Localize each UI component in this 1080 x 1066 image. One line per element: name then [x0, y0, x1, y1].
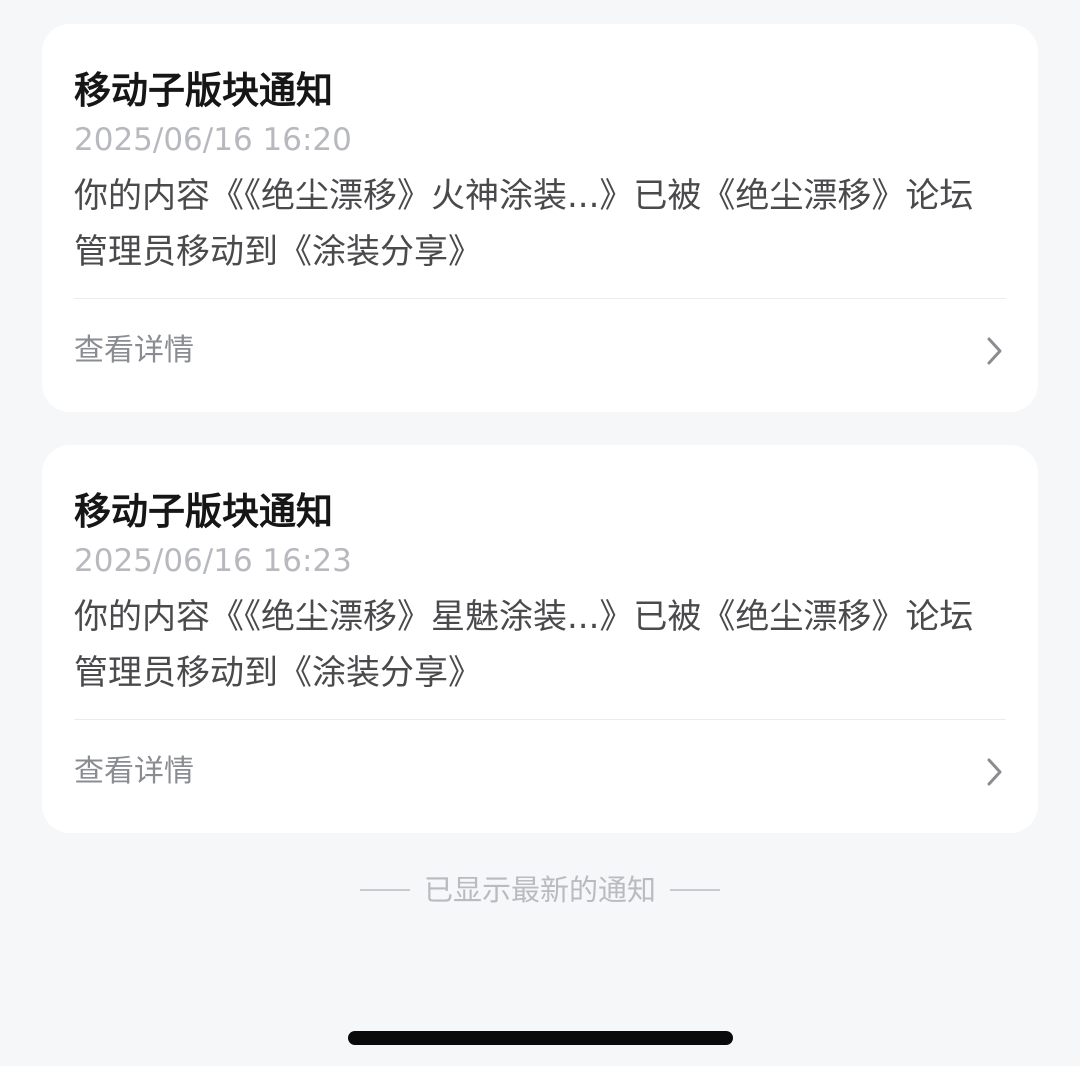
- end-of-list-note: 已显示最新的通知: [0, 868, 1080, 912]
- notification-timestamp: 2025/06/16 16:20: [74, 122, 352, 158]
- view-details-label: 查看详情: [74, 754, 194, 789]
- notification-card: 移动子版块通知 2025/06/16 16:23 你的内容《《绝尘漂移》星魅涂装…: [42, 445, 1038, 833]
- home-indicator[interactable]: [348, 1031, 733, 1045]
- notification-title: 移动子版块通知: [74, 69, 333, 112]
- chevron-right-icon: [987, 337, 1002, 365]
- footer-divider-right: [670, 889, 720, 891]
- notification-card: 移动子版块通知 2025/06/16 16:20 你的内容《《绝尘漂移》火神涂装…: [42, 24, 1038, 412]
- notification-message: 你的内容《《绝尘漂移》火神涂装...》已被《绝尘漂移》论坛管理员移动到《涂装分享…: [74, 176, 974, 272]
- chevron-right-icon: [987, 758, 1002, 786]
- view-details-button[interactable]: 查看详情: [74, 324, 1006, 378]
- notification-timestamp: 2025/06/16 16:23: [74, 543, 352, 579]
- view-details-label: 查看详情: [74, 333, 194, 368]
- end-of-list-text: 已显示最新的通知: [423, 873, 656, 907]
- notification-message: 你的内容《《绝尘漂移》星魅涂装...》已被《绝尘漂移》论坛管理员移动到《涂装分享…: [74, 597, 974, 693]
- view-details-button[interactable]: 查看详情: [74, 745, 1006, 799]
- card-divider: [74, 719, 1006, 720]
- notification-title: 移动子版块通知: [74, 490, 333, 533]
- footer-divider-left: [359, 889, 410, 891]
- card-divider: [74, 298, 1006, 299]
